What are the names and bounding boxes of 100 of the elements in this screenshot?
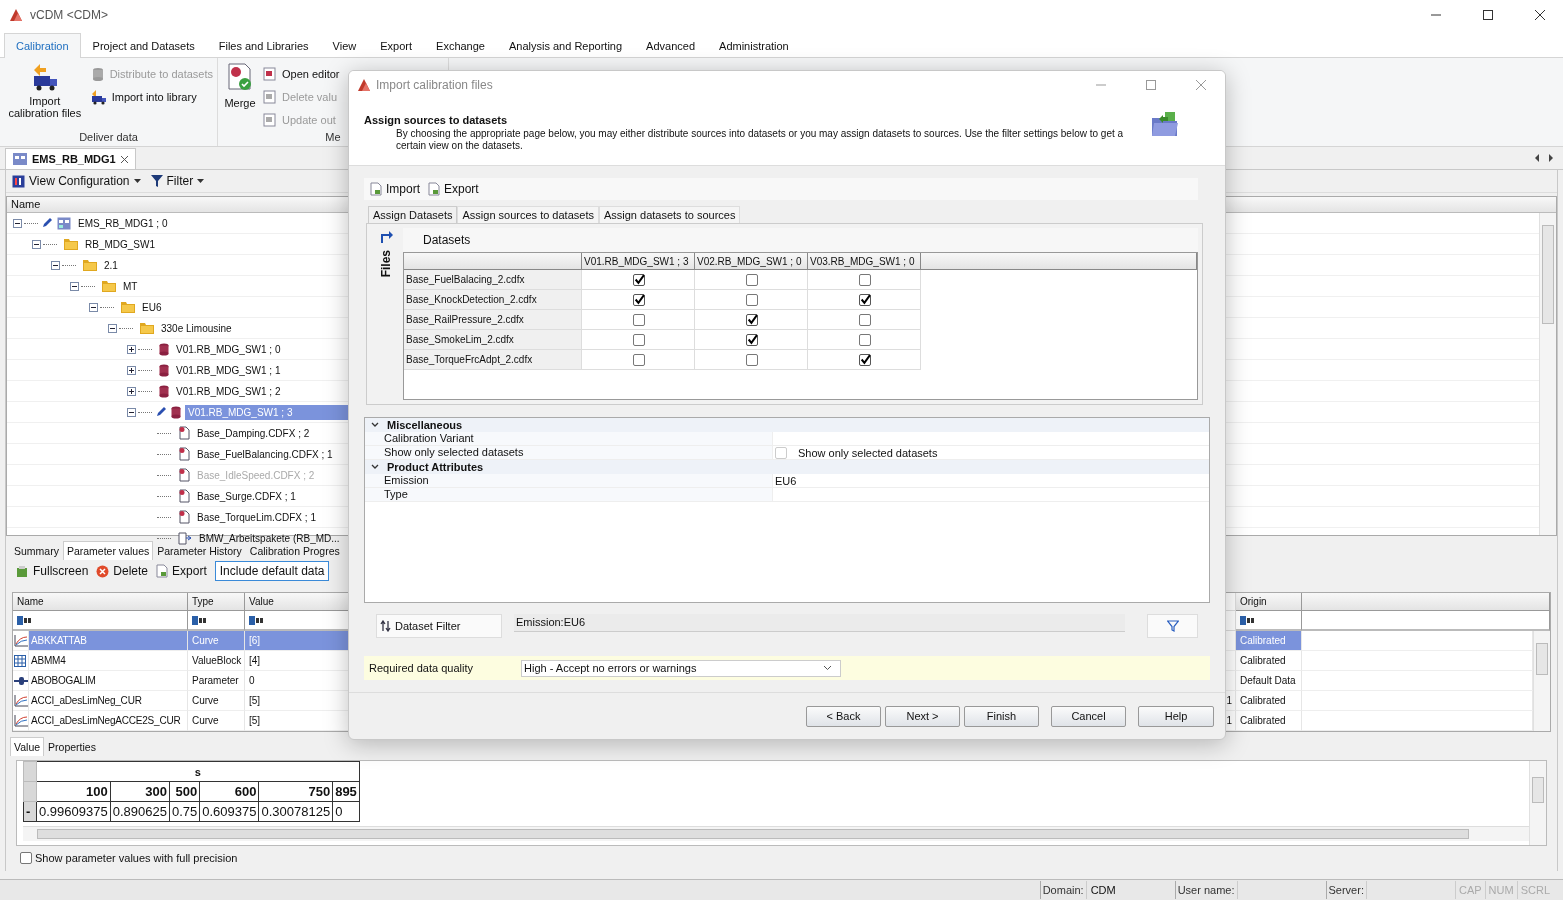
filter-field[interactable]: Emission:EU6: [514, 614, 1125, 633]
expander-icon[interactable]: [127, 386, 136, 396]
tree-item[interactable]: EMS_RB_MDG1 ; 0: [75, 215, 171, 231]
scroll-right-icon[interactable]: [1547, 153, 1555, 163]
tree-item[interactable]: Base_Damping.CDFX ; 2: [194, 425, 313, 441]
close-icon[interactable]: [1534, 9, 1546, 21]
expander-icon[interactable]: [51, 260, 60, 270]
checkbox[interactable]: [633, 273, 645, 286]
import-calibration-files-button[interactable]: Import calibration files: [4, 62, 86, 131]
column-header[interactable]: Type: [188, 593, 245, 611]
tree-item[interactable]: Base_Surge.CDFX ; 1: [194, 488, 299, 504]
swap-arrow-icon[interactable]: [378, 228, 394, 245]
tree-item[interactable]: MT: [120, 278, 141, 294]
expander-icon[interactable]: [89, 302, 98, 312]
close-icon[interactable]: [119, 154, 129, 164]
column-header[interactable]: V03.RB_MDG_SW1 ; 0: [808, 253, 921, 271]
checkbox[interactable]: [746, 353, 758, 366]
ribbon-tab[interactable]: Project and Datasets: [80, 33, 207, 57]
text-filter-icon[interactable]: [1240, 615, 1256, 625]
scrollbar[interactable]: [23, 826, 1529, 841]
checkbox[interactable]: [633, 293, 645, 306]
dialog-tab[interactable]: Assign datasets to sources: [598, 206, 741, 224]
maximize-icon[interactable]: [1482, 9, 1494, 21]
expander-icon[interactable]: [108, 323, 117, 333]
expander-icon[interactable]: [127, 407, 136, 417]
import-into-library-button[interactable]: Import into library: [89, 87, 213, 106]
dialog-button[interactable]: < Back: [806, 705, 881, 727]
tree-item[interactable]: V01.RB_MDG_SW1 ; 2: [173, 383, 284, 399]
checkbox[interactable]: [633, 333, 645, 346]
value-tab[interactable]: Properties: [44, 737, 100, 756]
scrollbar[interactable]: [1539, 213, 1556, 535]
toolbar-button[interactable]: Import: [370, 180, 420, 199]
checkbox[interactable]: [746, 273, 758, 286]
export-button[interactable]: Export: [156, 564, 207, 578]
text-filter-icon[interactable]: [249, 615, 265, 625]
tree-item[interactable]: Base_FuelBalancing.CDFX ; 1: [194, 446, 336, 462]
checkbox[interactable]: [633, 313, 645, 326]
tree-item[interactable]: BMW_Arbeitspakete (RB_MD...: [196, 530, 343, 546]
expander-icon[interactable]: [127, 365, 136, 375]
detail-tab[interactable]: Summary: [10, 541, 63, 560]
expander-icon[interactable]: [32, 239, 41, 249]
dialog-button[interactable]: Finish: [964, 705, 1039, 727]
tree-item[interactable]: V01.RB_MDG_SW1 ; 1: [173, 362, 284, 378]
text-filter-icon[interactable]: [17, 615, 33, 625]
delete-button[interactable]: Delete: [96, 564, 149, 578]
include-default-data-button[interactable]: Include default data: [214, 561, 330, 581]
text-filter-icon[interactable]: [192, 615, 208, 625]
ribbon-tab[interactable]: Administration: [707, 33, 801, 57]
scrollbar[interactable]: [1533, 631, 1550, 731]
dialog-button[interactable]: Next >: [885, 705, 960, 727]
filter-button[interactable]: Filter: [150, 174, 205, 188]
tree-item[interactable]: V01.RB_MDG_SW1 ; 0: [173, 341, 284, 357]
tree-item[interactable]: RB_MDG_SW1: [82, 236, 158, 252]
ribbon-tab[interactable]: Exchange: [424, 33, 497, 57]
ribbon-small-button[interactable]: Open editor: [262, 64, 340, 83]
column-header[interactable]: V01.RB_MDG_SW1 ; 3: [582, 253, 695, 271]
expander-icon[interactable]: [127, 344, 136, 354]
merge-button[interactable]: Merge: [222, 62, 258, 131]
expander-icon[interactable]: [70, 281, 79, 291]
scroll-left-icon[interactable]: [1533, 153, 1541, 163]
column-header[interactable]: V02.RB_MDG_SW1 ; 0: [695, 253, 808, 271]
dialog-button[interactable]: Cancel: [1051, 705, 1126, 727]
property-value[interactable]: EU6: [772, 474, 1209, 489]
checkbox[interactable]: [859, 313, 871, 326]
column-header[interactable]: Origin: [1236, 593, 1302, 611]
checkbox[interactable]: [859, 273, 871, 286]
ribbon-tab[interactable]: View: [320, 33, 369, 57]
ribbon-tab[interactable]: Analysis and Reporting: [497, 33, 635, 57]
checkbox[interactable]: [859, 333, 871, 346]
checkbox[interactable]: [746, 313, 758, 326]
dialog-tab[interactable]: Assign sources to datasets: [457, 206, 599, 224]
tree-item[interactable]: 2.1: [101, 257, 121, 273]
view-configuration-button[interactable]: View Configuration: [12, 174, 141, 188]
tree-item[interactable]: EU6: [139, 299, 165, 315]
toolbar-button[interactable]: Export: [428, 180, 479, 199]
ribbon-tab[interactable]: Export: [368, 33, 425, 57]
checkbox[interactable]: [859, 353, 871, 366]
checkbox[interactable]: [746, 293, 758, 306]
checkbox[interactable]: [859, 293, 871, 306]
tree-item[interactable]: 330e Limousine: [158, 320, 235, 336]
ribbon-tab[interactable]: Calibration: [4, 33, 81, 58]
ribbon-tab[interactable]: Files and Libraries: [206, 33, 321, 57]
dialog-tab[interactable]: Assign Datasets: [368, 206, 458, 224]
collapse-chevron-icon[interactable]: [371, 464, 379, 471]
checkbox[interactable]: [20, 852, 32, 864]
value-tab[interactable]: Value: [10, 737, 45, 756]
collapse-chevron-icon[interactable]: [371, 422, 379, 429]
fullscreen-button[interactable]: Fullscreen: [16, 564, 89, 578]
dataset-filter-button[interactable]: Dataset Filter: [376, 614, 502, 639]
tree-item[interactable]: Base_TorqueLim.CDFX ; 1: [194, 509, 319, 525]
quality-dropdown[interactable]: High - Accept no errors or warnings: [521, 659, 841, 677]
column-header[interactable]: Name: [13, 593, 188, 611]
filter-button[interactable]: [1147, 614, 1198, 639]
scrollbar[interactable]: [1529, 761, 1546, 845]
checkbox[interactable]: [633, 353, 645, 366]
ribbon-tab[interactable]: Advanced: [634, 33, 708, 57]
dialog-button[interactable]: Help: [1138, 705, 1214, 727]
checkbox[interactable]: [746, 333, 758, 346]
detail-tab[interactable]: Parameter values: [62, 541, 154, 560]
expander-icon[interactable]: [13, 218, 22, 228]
